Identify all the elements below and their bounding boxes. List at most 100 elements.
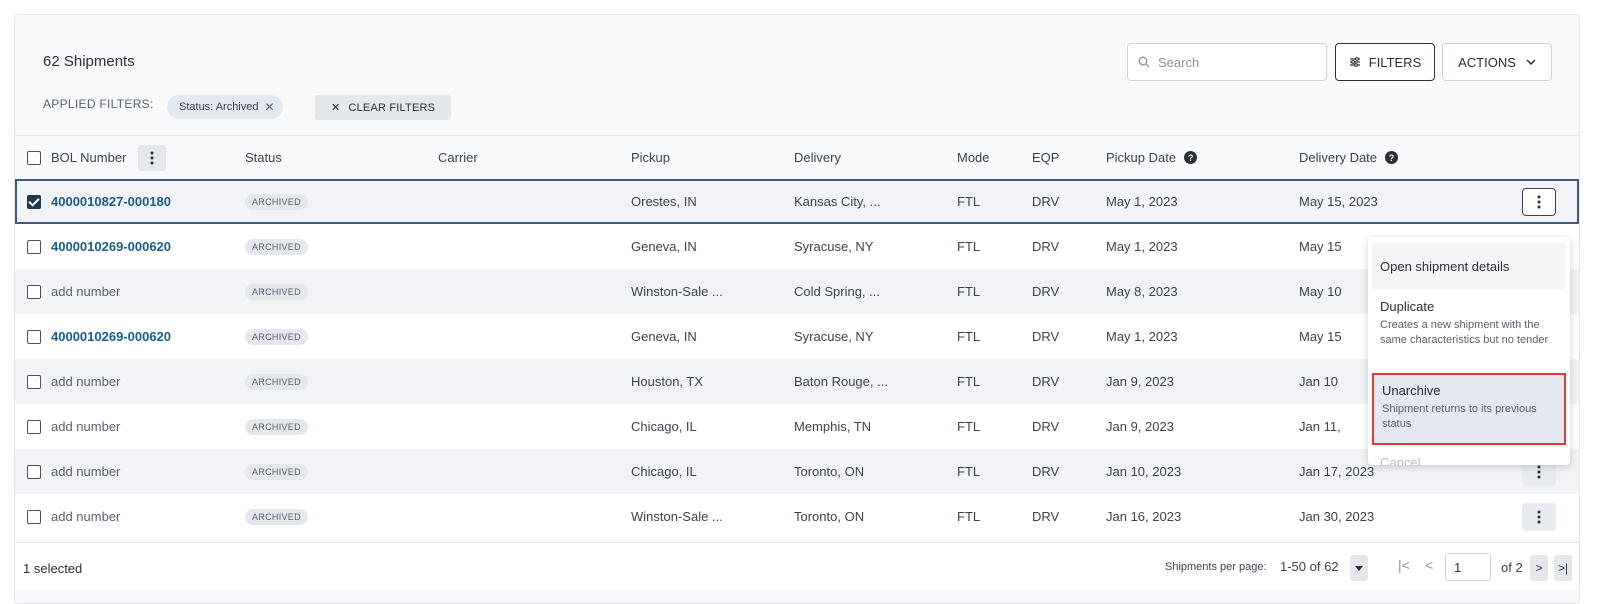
help-icon[interactable]: ? [1184, 151, 1198, 164]
bol-number[interactable]: add number [51, 374, 120, 389]
row-checkbox[interactable] [27, 239, 41, 254]
menu-item-description: Creates a new shipment with the same cha… [1380, 319, 1549, 346]
search-input[interactable] [1158, 54, 1308, 70]
table-row[interactable]: 4000010269-000620 ARCHIVED Geneva, IN Syrac… [15, 224, 1579, 269]
pickup-date-cell: May 1, 2023 [1106, 239, 1178, 254]
next-page-icon[interactable]: > [1530, 555, 1548, 581]
table-header: BOL Number Status Carrier Pickup Deliver… [15, 135, 1579, 179]
row-checkbox[interactable] [27, 194, 41, 209]
mode-cell: FTL [957, 509, 981, 524]
filter-sliders-icon [1349, 57, 1360, 67]
eqp-cell: DRV [1032, 464, 1060, 479]
table-row[interactable]: 4000010827-000180 ARCHIVED Orestes, IN Kans… [15, 179, 1579, 224]
row-checkbox[interactable] [27, 329, 41, 344]
column-header-carrier[interactable]: Carrier [438, 150, 631, 165]
bol-number[interactable]: 4000010269-000620 [51, 329, 171, 344]
pickup-date-cell: Jan 10, 2023 [1106, 464, 1182, 479]
menu-item-open-details[interactable]: Open shipment details [1372, 243, 1566, 289]
help-icon[interactable]: ? [1385, 151, 1399, 164]
pickup-cell: Chicago, IL [631, 419, 697, 434]
column-header-delivery-date[interactable]: Delivery Date [1299, 150, 1377, 165]
status-badge: ARCHIVED [245, 283, 308, 300]
table-row[interactable]: add number ARCHIVED Chicago, IL Memphis, TN… [15, 404, 1579, 449]
per-page-dropdown[interactable] [1350, 555, 1368, 581]
actions-label: ACTIONS [1458, 54, 1516, 70]
pickup-date-cell: May 1, 2023 [1106, 194, 1178, 209]
bol-number[interactable]: add number [51, 284, 120, 299]
bol-number[interactable]: add number [51, 509, 120, 524]
per-page-label: Shipments per page: [1165, 561, 1267, 573]
status-badge: ARCHIVED [245, 418, 308, 435]
delivery-cell: Syracuse, NY [794, 329, 874, 344]
menu-item-description: Shipment returns to its previous status [1382, 403, 1537, 430]
table-row[interactable]: add number ARCHIVED Houston, TX Baton Rouge… [15, 359, 1579, 404]
mode-cell: FTL [957, 329, 981, 344]
actions-button[interactable]: ACTIONS [1442, 43, 1552, 81]
row-checkbox[interactable] [27, 374, 41, 389]
last-page-icon[interactable]: >| [1554, 555, 1572, 581]
column-header-status[interactable]: Status [245, 150, 438, 165]
column-menu-button[interactable] [138, 144, 167, 171]
row-checkbox[interactable] [27, 284, 41, 299]
status-badge: ARCHIVED [245, 463, 308, 480]
delivery-cell: Toronto, ON [794, 464, 865, 479]
status-badge: ARCHIVED [245, 238, 308, 255]
delivery-cell: Kansas City, ... [794, 194, 881, 209]
page-title: 62 Shipments [43, 53, 135, 70]
kebab-icon [1537, 465, 1541, 478]
select-all-checkbox[interactable] [27, 150, 41, 165]
menu-item-unarchive[interactable]: Unarchive Shipment returns to its previo… [1372, 373, 1566, 445]
row-checkbox[interactable] [27, 464, 41, 479]
menu-item-duplicate[interactable]: Duplicate Creates a new shipment with th… [1368, 289, 1570, 373]
column-header-delivery[interactable]: Delivery [794, 150, 957, 165]
kebab-icon [150, 151, 154, 164]
bol-number[interactable]: 4000010269-000620 [51, 239, 171, 254]
row-checkbox[interactable] [27, 419, 41, 434]
eqp-cell: DRV [1032, 509, 1060, 524]
clear-filters-button[interactable]: ✕ CLEAR FILTERS [315, 95, 452, 120]
kebab-icon [1537, 195, 1541, 208]
menu-item-label: Duplicate [1380, 299, 1435, 314]
column-header-mode[interactable]: Mode [957, 150, 1032, 165]
filters-label: FILTERS [1368, 54, 1422, 70]
pickup-cell: Houston, TX [631, 374, 704, 389]
chevron-down-icon [1526, 59, 1536, 65]
eqp-cell: DRV [1032, 284, 1060, 299]
row-menu-button[interactable] [1522, 187, 1556, 216]
table-row[interactable]: add number ARCHIVED Winston-Sale ... Toront… [15, 494, 1579, 539]
remove-filter-icon[interactable]: ✕ [265, 100, 275, 114]
table-row[interactable]: add number ARCHIVED Chicago, IL Toronto, ON… [15, 449, 1579, 494]
applied-filters-label: APPLIED FILTERS: [43, 97, 154, 111]
mode-cell: FTL [957, 464, 981, 479]
eqp-cell: DRV [1032, 329, 1060, 344]
filter-chip-label: Status: Archived [179, 101, 259, 113]
first-page-icon[interactable]: |< [1398, 557, 1410, 573]
mode-cell: FTL [957, 419, 981, 434]
mode-cell: FTL [957, 194, 981, 209]
pickup-date-cell: Jan 16, 2023 [1106, 509, 1182, 524]
status-badge: ARCHIVED [245, 328, 308, 345]
page-number-input[interactable] [1445, 553, 1491, 581]
column-header-eqp[interactable]: EQP [1032, 150, 1106, 165]
table-row[interactable]: add number ARCHIVED Winston-Sale ... Cold S… [15, 269, 1579, 314]
menu-item-cancel[interactable]: Cancel [1368, 445, 1570, 465]
row-checkbox[interactable] [27, 509, 41, 524]
filters-button[interactable]: FILTERS [1335, 43, 1435, 81]
bol-number[interactable]: add number [51, 419, 120, 434]
table-row[interactable]: 4000010269-000620 ARCHIVED Geneva, IN Syrac… [15, 314, 1579, 359]
eqp-cell: DRV [1032, 419, 1060, 434]
delivery-date-cell: Jan 30, 2023 [1299, 509, 1375, 524]
column-header-pickup[interactable]: Pickup [631, 150, 794, 165]
bol-number[interactable]: add number [51, 464, 120, 479]
column-header-pickup-date[interactable]: Pickup Date [1106, 150, 1176, 165]
pickup-cell: Geneva, IN [631, 239, 697, 254]
menu-item-label: Cancel [1380, 455, 1421, 465]
clear-filters-label: CLEAR FILTERS [348, 101, 436, 114]
column-header-bol[interactable]: BOL Number [51, 150, 126, 165]
pickup-cell: Winston-Sale ... [631, 284, 723, 299]
table-footer: 1 selected Shipments per page: 1-50 of 6… [15, 542, 1579, 590]
prev-page-icon[interactable]: < [1425, 557, 1433, 573]
mode-cell: FTL [957, 239, 981, 254]
bol-number[interactable]: 4000010827-000180 [51, 194, 171, 209]
row-menu-button[interactable] [1522, 502, 1556, 531]
